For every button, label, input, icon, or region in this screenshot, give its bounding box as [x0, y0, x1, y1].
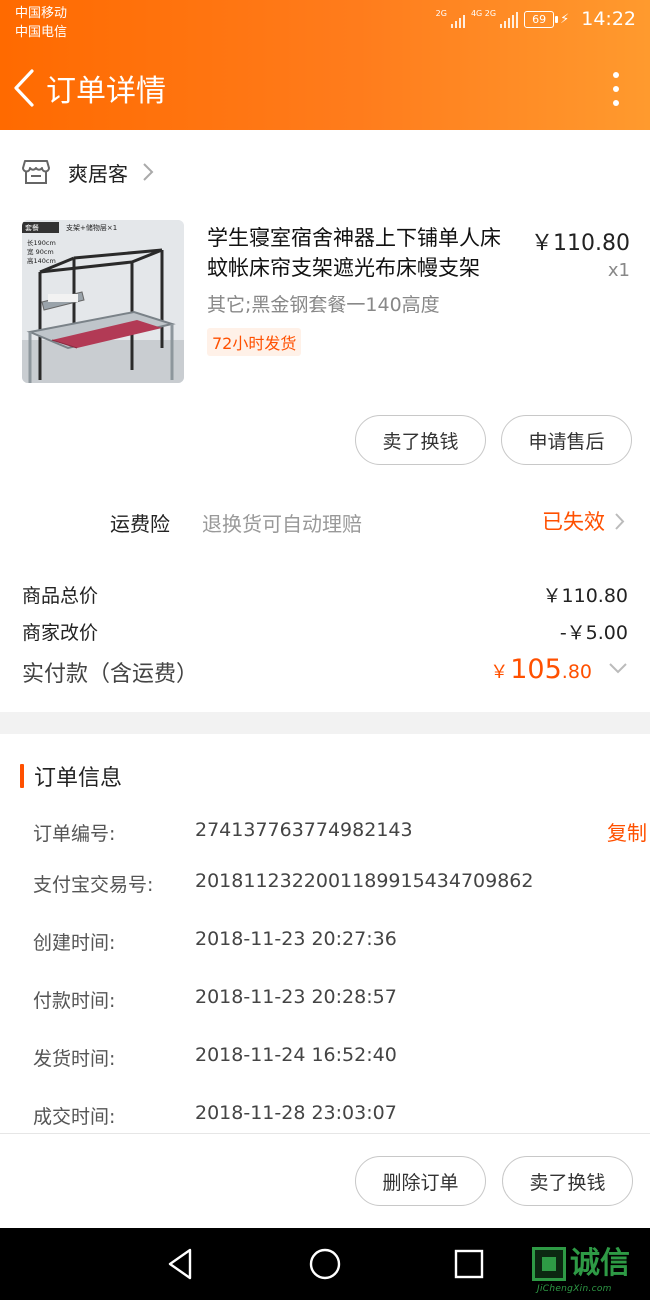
sell-for-cash-button[interactable]: 卖了换钱: [355, 415, 486, 465]
square-recents-icon[interactable]: [451, 1246, 487, 1282]
section-accent-bar: [20, 764, 24, 788]
order-number-row: 订单编号: 274137763774982143: [33, 819, 630, 846]
chevron-right-icon: [615, 513, 625, 530]
status-bar-carriers: 中国移动 中国电信: [15, 4, 67, 42]
insurance-status: 已失效: [542, 510, 605, 534]
created-time-row: 创建时间: 2018-11-23 20:27:36: [33, 928, 630, 955]
after-sales-button[interactable]: 申请售后: [501, 415, 632, 465]
info-value: 2018112322001189915434709862: [195, 870, 534, 892]
chevron-left-icon: [14, 69, 34, 107]
paid-time-row: 付款时间: 2018-11-23 20:28:57: [33, 986, 630, 1013]
paid-decimal: .80: [561, 661, 592, 683]
more-vertical-icon: [613, 72, 619, 78]
price-adjust-label: 商家改价: [22, 622, 99, 644]
delete-order-button[interactable]: 删除订单: [355, 1156, 486, 1206]
chevron-right-icon: [143, 163, 154, 181]
shop-name: 爽居客: [68, 161, 128, 186]
watermark-text: 诚信: [570, 1246, 630, 1281]
product-price: ￥110.80: [531, 231, 630, 256]
sell-for-cash-bottom-button[interactable]: 卖了换钱: [502, 1156, 633, 1206]
info-value: 2018-11-28 23:03:07: [195, 1102, 397, 1124]
info-label: 成交时间:: [33, 1106, 116, 1128]
store-icon: [22, 160, 50, 184]
carrier-1: 中国移动: [15, 6, 68, 21]
product-spec: 其它;黑金钢套餐一140高度: [207, 294, 440, 316]
circle-home-icon[interactable]: [307, 1246, 343, 1282]
completed-time-row: 成交时间: 2018-11-28 23:03:07: [33, 1102, 630, 1129]
goods-total-row: 商品总价 ￥110.80: [22, 581, 628, 608]
image-label-height: 高140cm: [27, 256, 56, 265]
nav-bar: 订单详情: [0, 60, 650, 116]
header-bar: 中国移动 中国电信 2G 4G 2G 69 ⚡ 14:22 订单详情: [0, 0, 650, 130]
info-value: 2018-11-23 20:27:36: [195, 928, 397, 950]
paid-currency: ￥: [490, 662, 509, 683]
info-label: 创建时间:: [33, 932, 116, 954]
info-label: 支付宝交易号:: [33, 874, 154, 896]
carrier-2: 中国电信: [15, 25, 68, 40]
image-label-width: 宽 90cm: [27, 247, 54, 256]
info-label: 订单编号:: [33, 823, 116, 845]
triangle-back-icon[interactable]: [162, 1246, 198, 1282]
info-value: 2018-11-23 20:28:57: [195, 986, 397, 1008]
goods-total-label: 商品总价: [22, 585, 99, 607]
bed-frame-image: 套餐 支架+储物层×1 长190cm 宽 90cm 高140cm: [22, 220, 184, 383]
image-label-contents: 支架+储物层×1: [66, 223, 117, 232]
signal-icon: 4G 2G: [470, 9, 519, 28]
network-type-1: 2G: [435, 9, 447, 18]
product-item[interactable]: 套餐 支架+储物层×1 长190cm 宽 90cm 高140cm 学生寝室宿舍神: [22, 220, 630, 386]
order-info-header: 订单信息: [20, 760, 122, 792]
price-adjust-value: -￥5.00: [559, 622, 628, 644]
info-label: 付款时间:: [33, 990, 116, 1012]
page-title: 订单详情: [46, 74, 166, 109]
chevron-down-icon[interactable]: [608, 662, 628, 674]
alipay-trade-row: 支付宝交易号: 2018112322001189915434709862: [33, 870, 630, 897]
watermark: 诚信: [532, 1247, 630, 1281]
goods-total-value: ￥110.80: [542, 585, 628, 607]
battery-icon: 69: [524, 10, 559, 28]
charging-icon: ⚡: [560, 11, 570, 27]
shipping-tag: 72小时发货: [207, 328, 302, 356]
insurance-label: 运费险: [110, 512, 170, 536]
paid-amount-label: 实付款（含运费）: [22, 662, 199, 687]
order-info-title: 订单信息: [34, 766, 123, 791]
shop-row[interactable]: 爽居客: [0, 132, 650, 212]
bottom-action-bar: 删除订单 卖了换钱: [0, 1133, 650, 1228]
battery-level: 69: [532, 12, 547, 26]
status-time: 14:22: [581, 8, 636, 30]
paid-integer: 105: [510, 654, 562, 685]
product-thumbnail[interactable]: 套餐 支架+储物层×1 长190cm 宽 90cm 高140cm: [22, 220, 184, 383]
product-quantity: x1: [607, 260, 630, 281]
image-label-length: 长190cm: [27, 238, 56, 247]
product-title[interactable]: 学生寝室宿舍神器上下铺单人床蚊帐床帘支架遮光布床幔支架: [207, 223, 517, 283]
info-value: 2018-11-24 16:52:40: [195, 1044, 397, 1066]
status-bar-right: 2G 4G 2G 69 ⚡ 14:22: [436, 8, 636, 30]
insurance-description: 退换货可自动理赔: [202, 512, 362, 536]
more-options-button[interactable]: [610, 72, 622, 106]
price-adjust-row: 商家改价 -￥5.00: [22, 618, 628, 645]
shipping-insurance-row[interactable]: 运费险 退换货可自动理赔 已失效: [0, 498, 650, 546]
watermark-logo: [532, 1247, 566, 1281]
network-type-2: 4G 2G: [470, 9, 497, 18]
signal-icon: 2G: [436, 10, 465, 28]
watermark-subtext: JiChengXin.com: [537, 1284, 612, 1294]
info-label: 发货时间:: [33, 1048, 116, 1070]
back-button[interactable]: [2, 60, 46, 116]
copy-order-number-button[interactable]: 复制: [607, 817, 647, 846]
info-value: 274137763774982143: [195, 819, 413, 841]
paid-amount: ￥ 105 .80: [490, 654, 592, 685]
shipped-time-row: 发货时间: 2018-11-24 16:52:40: [33, 1044, 630, 1071]
section-divider: [0, 712, 650, 734]
image-label-package: 套餐: [25, 223, 39, 232]
